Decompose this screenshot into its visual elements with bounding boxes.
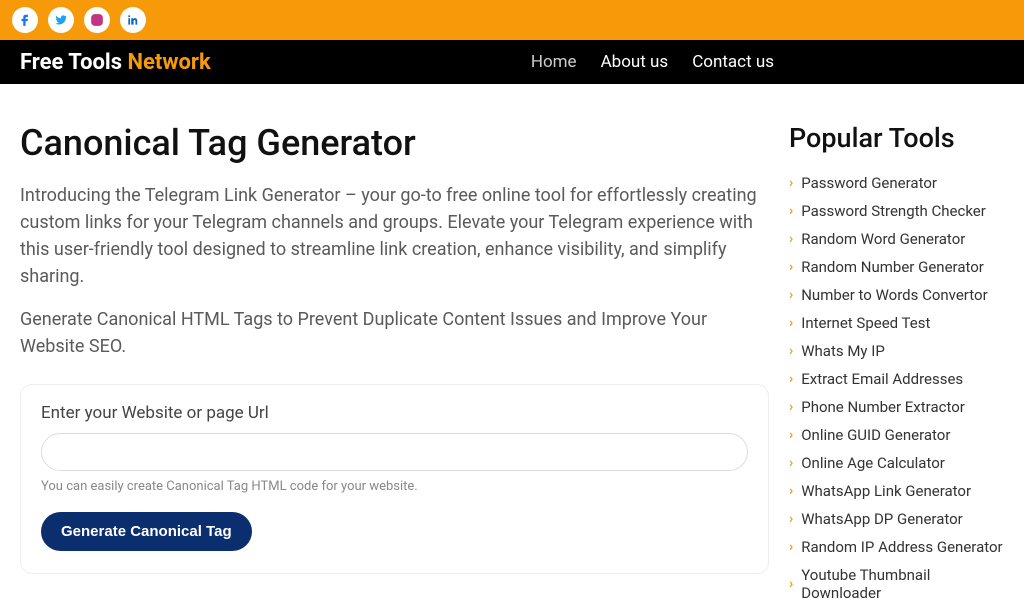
tool-label: WhatsApp Link Generator — [801, 482, 971, 500]
chevron-right-icon: › — [789, 175, 793, 191]
form-card: Enter your Website or page Url You can e… — [20, 384, 769, 574]
chevron-right-icon: › — [789, 343, 793, 359]
sub-text: Generate Canonical HTML Tags to Prevent … — [20, 306, 769, 360]
tool-label: Random Number Generator — [801, 258, 984, 276]
logo[interactable]: Free Tools Network — [20, 50, 211, 75]
nav-about[interactable]: About us — [601, 52, 669, 72]
tool-label: Random IP Address Generator — [801, 538, 1002, 556]
tool-item[interactable]: › Online Age Calculator — [789, 454, 1004, 472]
tool-item[interactable]: › WhatsApp Link Generator — [789, 482, 1004, 500]
logo-word2: Network — [122, 50, 211, 75]
nav-bar: Free Tools Network Home About us Contact… — [0, 40, 1024, 84]
generate-button[interactable]: Generate Canonical Tag — [41, 512, 252, 551]
tool-item[interactable]: › Random Word Generator — [789, 230, 1004, 248]
url-input[interactable] — [41, 433, 748, 471]
tool-item[interactable]: › Random IP Address Generator — [789, 538, 1004, 556]
tool-item[interactable]: › Whats My IP — [789, 342, 1004, 360]
chevron-right-icon: › — [789, 315, 793, 331]
tool-label: WhatsApp DP Generator — [801, 510, 963, 528]
chevron-right-icon: › — [789, 483, 793, 499]
sidebar-title: Popular Tools — [789, 122, 1004, 154]
tool-label: Internet Speed Test — [801, 314, 930, 332]
page-title: Canonical Tag Generator — [20, 122, 769, 164]
form-help: You can easily create Canonical Tag HTML… — [41, 479, 748, 494]
tool-label: Password Generator — [801, 174, 937, 192]
tool-item[interactable]: › Youtube Thumbnail Downloader — [789, 566, 1004, 602]
tool-label: Random Word Generator — [801, 230, 965, 248]
social-bar — [0, 0, 1024, 40]
instagram-icon[interactable] — [84, 7, 110, 33]
chevron-right-icon: › — [789, 427, 793, 443]
tool-item[interactable]: › Password Strength Checker — [789, 202, 1004, 220]
tool-item[interactable]: › Number to Words Convertor — [789, 286, 1004, 304]
nav-contact[interactable]: Contact us — [692, 52, 774, 72]
tool-item[interactable]: › Extract Email Addresses — [789, 370, 1004, 388]
nav-home[interactable]: Home — [531, 52, 577, 72]
tool-label: Extract Email Addresses — [801, 370, 963, 388]
tool-item[interactable]: › Password Generator — [789, 174, 1004, 192]
chevron-right-icon: › — [789, 203, 793, 219]
tool-label: Youtube Thumbnail Downloader — [801, 566, 1004, 602]
chevron-right-icon: › — [789, 576, 793, 592]
linkedin-icon[interactable] — [120, 7, 146, 33]
tool-item[interactable]: › WhatsApp DP Generator — [789, 510, 1004, 528]
tool-label: Whats My IP — [801, 342, 885, 360]
sidebar: Popular Tools › Password Generator › Passwo… — [789, 104, 1004, 612]
tool-label: Number to Words Convertor — [801, 286, 987, 304]
tool-item[interactable]: › Phone Number Extractor — [789, 398, 1004, 416]
chevron-right-icon: › — [789, 455, 793, 471]
chevron-right-icon: › — [789, 259, 793, 275]
tool-item[interactable]: › Random Number Generator — [789, 258, 1004, 276]
main-content: Canonical Tag Generator Introducing the … — [0, 84, 1024, 612]
chevron-right-icon: › — [789, 231, 793, 247]
chevron-right-icon: › — [789, 399, 793, 415]
nav-links: Home About us Contact us — [531, 52, 774, 72]
main-column: Canonical Tag Generator Introducing the … — [20, 104, 769, 612]
tool-item[interactable]: › Internet Speed Test — [789, 314, 1004, 332]
url-label: Enter your Website or page Url — [41, 403, 748, 423]
facebook-icon[interactable] — [12, 7, 38, 33]
chevron-right-icon: › — [789, 511, 793, 527]
chevron-right-icon: › — [789, 371, 793, 387]
logo-word1: Free Tools — [20, 50, 122, 75]
tool-label: Online GUID Generator — [801, 426, 950, 444]
tool-label: Phone Number Extractor — [801, 398, 965, 416]
chevron-right-icon: › — [789, 287, 793, 303]
tool-item[interactable]: › Online GUID Generator — [789, 426, 1004, 444]
twitter-icon[interactable] — [48, 7, 74, 33]
tool-list: › Password Generator › Password Strength Ch… — [789, 174, 1004, 602]
chevron-right-icon: › — [789, 539, 793, 555]
tool-label: Password Strength Checker — [801, 202, 986, 220]
tool-label: Online Age Calculator — [801, 454, 945, 472]
intro-text: Introducing the Telegram Link Generator … — [20, 182, 769, 290]
